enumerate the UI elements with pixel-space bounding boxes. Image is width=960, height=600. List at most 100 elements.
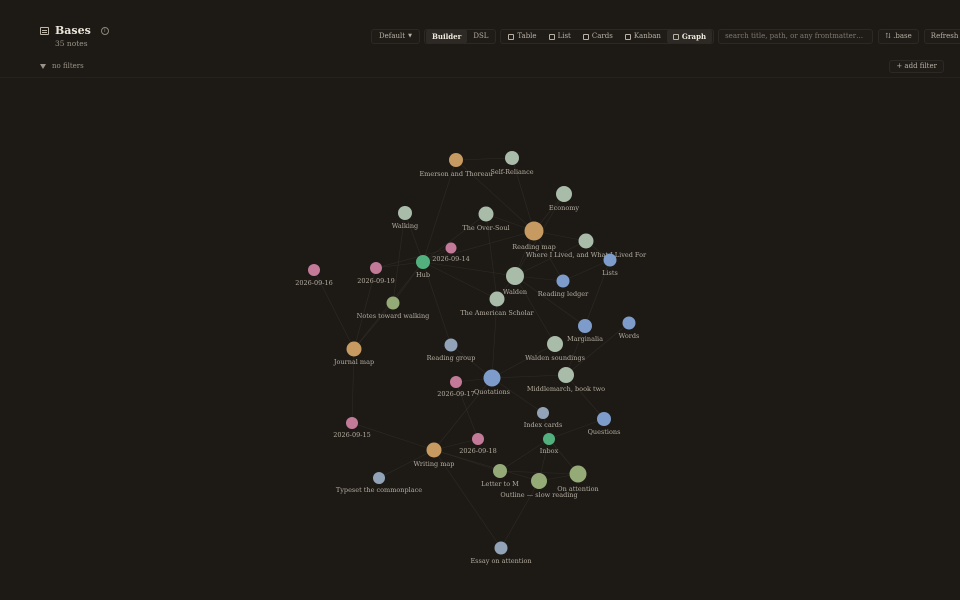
base-file-button[interactable]: ⇅ .base	[878, 29, 919, 44]
graph-node-lettertom[interactable]: Letter to M	[481, 464, 519, 488]
graph-node-dot[interactable]	[386, 296, 400, 310]
kanban-icon	[624, 33, 631, 40]
graph-node-dot[interactable]	[493, 464, 507, 478]
default-preset-label: Default	[379, 32, 406, 40]
default-preset-dropdown[interactable]: Default ▼	[373, 30, 418, 43]
graph-node-journalmap[interactable]: Journal map	[333, 341, 374, 367]
graph-node-hub[interactable]: Hub	[416, 255, 430, 279]
graph-node-label: Marginalia	[567, 335, 603, 343]
graph-node-dot[interactable]	[445, 242, 457, 254]
refresh-button[interactable]: Refresh	[923, 29, 960, 44]
graph-node-label: Emerson and Thoreau	[419, 170, 492, 178]
graph-node-readingledger[interactable]: Reading ledger	[538, 274, 589, 299]
graph-node-dot[interactable]	[489, 291, 505, 307]
graph-node-typeset[interactable]: Typeset the commonplace	[336, 472, 422, 494]
graph-node-dot[interactable]	[556, 274, 570, 288]
graph-node-questions[interactable]: Questions	[588, 412, 621, 436]
add-filter-button[interactable]: + add filter	[889, 60, 944, 73]
graph-node-middlemarch[interactable]: Middlemarch, book two	[527, 367, 605, 393]
graph-node-economy[interactable]: Economy	[549, 186, 580, 212]
graph-node-dot[interactable]	[569, 465, 587, 483]
graph-node-lists[interactable]: Lists	[602, 253, 618, 278]
graph-node-label: Writing map	[414, 460, 455, 468]
graph-node-label: 2026-09-15	[333, 431, 370, 439]
graph-node-onattention[interactable]: On attention	[557, 465, 599, 494]
graph-node-walden[interactable]: Walden	[503, 267, 527, 296]
graph-node-dot[interactable]	[622, 316, 636, 330]
graph-node-dot[interactable]	[597, 412, 611, 426]
info-icon[interactable]: i	[100, 26, 109, 35]
graph-node-label: Typeset the commonplace	[336, 486, 422, 494]
dsl-mode-button[interactable]: DSL	[467, 30, 494, 43]
graph-node-dot[interactable]	[543, 433, 555, 445]
graph-node-d0916[interactable]: 2026-09-16	[295, 264, 333, 287]
graph-node-dot[interactable]	[416, 255, 430, 269]
graph-node-quotations[interactable]: Quotations	[474, 369, 510, 397]
graph-node-d0917[interactable]: 2026-09-17	[437, 376, 475, 398]
graph-node-dot[interactable]	[444, 338, 458, 352]
view-tab-list[interactable]: List	[543, 30, 577, 43]
graph-node-dot[interactable]	[346, 341, 362, 357]
graph-node-dot[interactable]	[398, 206, 412, 220]
graph-node-dot[interactable]	[537, 407, 549, 419]
graph-node-dot[interactable]	[578, 319, 592, 333]
graph-canvas[interactable]: Emerson and ThoreauSelf-Reliance Economy W…	[0, 80, 960, 600]
base-title-block: Bases i 35 notes	[40, 24, 109, 48]
search-input[interactable]: search title, path, or any frontmatter…	[718, 29, 874, 44]
graph-node-dot[interactable]	[494, 541, 508, 555]
graph-node-dot[interactable]	[370, 262, 382, 274]
graph-node-dot[interactable]	[478, 206, 494, 222]
graph-node-label: Walden	[503, 288, 527, 296]
graph-node-dot[interactable]	[373, 472, 385, 484]
graph-node-d0915[interactable]: 2026-09-15	[333, 417, 371, 439]
graph-node-dot[interactable]	[558, 367, 574, 383]
graph-edge-hub-d0919	[375, 261, 424, 269]
graph-node-dot[interactable]	[547, 336, 563, 352]
view-tab-kanban[interactable]: Kanban	[619, 30, 667, 43]
graph-node-indexcards[interactable]: Index cards	[524, 407, 563, 429]
graph-node-walking[interactable]: Walking	[392, 206, 418, 230]
graph-node-dot[interactable]	[603, 253, 617, 267]
graph-node-dot[interactable]	[483, 369, 501, 387]
graph-node-dot[interactable]	[578, 233, 594, 249]
graph-node-d0914[interactable]: 2026-09-14	[432, 242, 470, 264]
graph-node-label: 2026-09-18	[459, 447, 496, 455]
graph-node-dot[interactable]	[506, 267, 524, 285]
graph-node-oversoul[interactable]: The Over-Soul	[462, 206, 510, 233]
filter-status: no filters	[40, 62, 84, 70]
graph-node-d0919[interactable]: 2026-09-19	[357, 262, 395, 285]
graph-node-dot[interactable]	[505, 151, 519, 165]
graph-edge-emerson-selfreliance	[455, 157, 513, 161]
graph-node-dot[interactable]	[524, 221, 544, 241]
view-tab-graph[interactable]: Graph	[666, 30, 713, 43]
view-tab-cards[interactable]: Cards	[577, 30, 619, 43]
graph-node-readinggroup[interactable]: Reading group	[427, 338, 476, 363]
graph-node-essay[interactable]: Essay on attention	[470, 541, 532, 566]
graph-node-label: Journal map	[333, 358, 374, 366]
graph-node-dot[interactable]	[556, 186, 572, 202]
graph-node-dot[interactable]	[426, 442, 442, 458]
graph-node-marginalia[interactable]: Marginalia	[567, 319, 603, 343]
chevron-down-icon: ▼	[408, 33, 412, 39]
filter-icon	[40, 63, 46, 69]
graph-node-d0918[interactable]: 2026-09-18	[459, 433, 497, 455]
graph-node-dot[interactable]	[531, 473, 547, 489]
cards-icon	[582, 33, 589, 40]
view-tab-table[interactable]: Table	[502, 30, 542, 43]
graph-node-words[interactable]: Words	[619, 316, 640, 341]
graph-node-dot[interactable]	[450, 376, 462, 388]
graph-node-selfreliance[interactable]: Self-Reliance	[490, 151, 534, 176]
graph-node-dot[interactable]	[308, 264, 320, 276]
graph-node-label: Questions	[588, 428, 621, 436]
builder-mode-button[interactable]: Builder	[425, 30, 468, 43]
graph-node-dot[interactable]	[472, 433, 484, 445]
graph-node-emerson[interactable]: Emerson and Thoreau	[419, 153, 493, 178]
graph-node-label: The American Scholar	[460, 309, 534, 317]
graph-node-dot[interactable]	[449, 153, 463, 167]
graph-node-label: Essay on attention	[470, 557, 531, 565]
view-switcher: Table List Cards Kanban Graph	[500, 29, 715, 44]
table-icon	[508, 33, 515, 40]
graph-node-label: Index cards	[524, 421, 563, 429]
title-row: Bases i	[40, 24, 109, 37]
graph-node-dot[interactable]	[346, 417, 358, 429]
